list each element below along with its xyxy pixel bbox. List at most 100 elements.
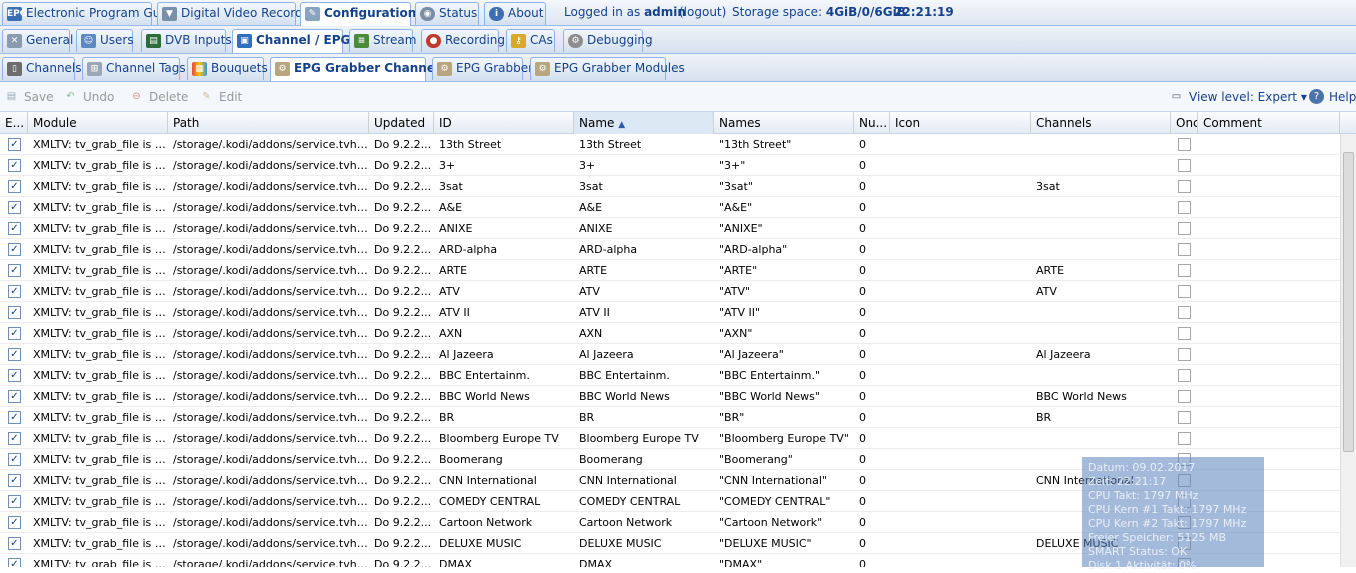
once-checkbox[interactable] xyxy=(1178,264,1191,277)
once-checkbox[interactable] xyxy=(1178,180,1191,193)
tab-dvr[interactable]: ▼ Digital Video Recorder xyxy=(157,2,315,25)
scrollbar-thumb[interactable] xyxy=(1343,152,1354,452)
table-row[interactable]: ✓ XMLTV: tv_grab_file is a... /storage/.ko… xyxy=(0,281,1340,302)
tab-epg-grabber[interactable]: ⚙ EPG Grabber xyxy=(432,57,533,80)
tab-epg-grabber-modules[interactable]: ⚙ EPG Grabber Modules xyxy=(530,57,685,80)
once-checkbox[interactable] xyxy=(1178,327,1191,340)
col-module[interactable]: Module xyxy=(28,112,168,134)
once-checkbox[interactable] xyxy=(1178,390,1191,403)
once-checkbox[interactable] xyxy=(1178,306,1191,319)
table-row[interactable]: ✓ XMLTV: tv_grab_file is a... /storage/.ko… xyxy=(0,260,1340,281)
enabled-checkbox[interactable]: ✓ xyxy=(8,222,21,235)
enabled-checkbox[interactable]: ✓ xyxy=(8,432,21,445)
enabled-checkbox[interactable]: ✓ xyxy=(8,369,21,382)
col-updated[interactable]: Updated xyxy=(369,112,434,134)
enabled-checkbox[interactable]: ✓ xyxy=(8,327,21,340)
enabled-checkbox[interactable]: ✓ xyxy=(8,138,21,151)
col-icon[interactable]: Icon xyxy=(890,112,1031,134)
col-number[interactable]: Nu... xyxy=(854,112,890,134)
tab-about[interactable]: i About xyxy=(484,2,546,25)
enabled-checkbox[interactable]: ✓ xyxy=(8,495,21,508)
once-checkbox[interactable] xyxy=(1178,159,1191,172)
delete-button[interactable]: ⊖ Delete xyxy=(129,88,188,106)
col-id[interactable]: ID xyxy=(434,112,574,134)
tab-users[interactable]: ☺ Users xyxy=(76,29,134,52)
number-cell: 0 xyxy=(859,558,866,567)
tab-channel-epg[interactable]: ▣ Channel / EPG xyxy=(232,29,350,53)
help-button[interactable]: ? Help xyxy=(1309,88,1356,106)
id-cell: BBC World News xyxy=(439,390,530,403)
enabled-checkbox[interactable]: ✓ xyxy=(8,264,21,277)
enabled-checkbox[interactable]: ✓ xyxy=(8,243,21,256)
module-cell: XMLTV: tv_grab_file is a... xyxy=(33,516,168,529)
vertical-scrollbar[interactable] xyxy=(1340,134,1356,567)
once-checkbox[interactable] xyxy=(1178,348,1191,361)
once-checkbox[interactable] xyxy=(1178,432,1191,445)
tab-epg-grabber-channels[interactable]: ⚙ EPG Grabber Channels xyxy=(270,57,446,81)
grabber-icon: ⚙ xyxy=(535,62,550,76)
tab-debugging[interactable]: ⚙ Debugging xyxy=(563,29,653,52)
tab-cas[interactable]: ⚷ CAs xyxy=(506,29,555,52)
login-status: Logged in as admin xyxy=(564,5,686,19)
table-row[interactable]: ✓ XMLTV: tv_grab_file is a... /storage/.ko… xyxy=(0,239,1340,260)
channels-cell xyxy=(1031,302,1171,323)
tab-channel-tags[interactable]: ⊞ Channel Tags xyxy=(82,57,186,80)
table-row[interactable]: ✓ XMLTV: tv_grab_file is a... /storage/.ko… xyxy=(0,176,1340,197)
module-cell: XMLTV: tv_grab_file is a... xyxy=(33,306,168,319)
col-once[interactable]: Onc xyxy=(1171,112,1198,134)
table-row[interactable]: ✓ XMLTV: tv_grab_file is a... /storage/.ko… xyxy=(0,365,1340,386)
module-cell: XMLTV: tv_grab_file is a... xyxy=(33,411,168,424)
col-comment[interactable]: Comment xyxy=(1198,112,1340,134)
once-checkbox[interactable] xyxy=(1178,243,1191,256)
tab-bouquets[interactable]: ▦ Bouquets xyxy=(187,57,268,80)
table-row[interactable]: ✓ XMLTV: tv_grab_file is a... /storage/.ko… xyxy=(0,428,1340,449)
once-checkbox[interactable] xyxy=(1178,201,1191,214)
once-checkbox[interactable] xyxy=(1178,411,1191,424)
enabled-checkbox[interactable]: ✓ xyxy=(8,453,21,466)
enabled-checkbox[interactable]: ✓ xyxy=(8,180,21,193)
enabled-checkbox[interactable]: ✓ xyxy=(8,516,21,529)
table-row[interactable]: ✓ XMLTV: tv_grab_file is a... /storage/.ko… xyxy=(0,407,1340,428)
enabled-checkbox[interactable]: ✓ xyxy=(8,537,21,550)
tab-channels[interactable]: ▯ Channels xyxy=(2,57,82,80)
tab-status[interactable]: ◉ Status xyxy=(415,2,479,25)
logout-link[interactable]: (logout) xyxy=(679,0,726,25)
col-name[interactable]: Name ▲ xyxy=(574,112,714,134)
col-path[interactable]: Path xyxy=(168,112,369,134)
tab-configuration[interactable]: ✎ Configuration xyxy=(300,2,416,26)
tab-general[interactable]: ✕ General xyxy=(2,29,73,52)
table-row[interactable]: ✓ XMLTV: tv_grab_file is a... /storage/.ko… xyxy=(0,302,1340,323)
tab-dvb-inputs[interactable]: ▤ DVB Inputs xyxy=(141,29,232,52)
once-checkbox[interactable] xyxy=(1178,222,1191,235)
table-row[interactable]: ✓ XMLTV: tv_grab_file is a... /storage/.ko… xyxy=(0,155,1340,176)
table-row[interactable]: ✓ XMLTV: tv_grab_file is a... /storage/.ko… xyxy=(0,323,1340,344)
enabled-checkbox[interactable]: ✓ xyxy=(8,159,21,172)
tab-epg[interactable]: EPG Electronic Program Guide xyxy=(2,2,179,25)
enabled-checkbox[interactable]: ✓ xyxy=(8,306,21,319)
enabled-checkbox[interactable]: ✓ xyxy=(8,285,21,298)
undo-button[interactable]: ↶ Undo xyxy=(63,88,114,106)
table-row[interactable]: ✓ XMLTV: tv_grab_file is a... /storage/.ko… xyxy=(0,197,1340,218)
col-channels[interactable]: Channels xyxy=(1031,112,1171,134)
enabled-checkbox[interactable]: ✓ xyxy=(8,558,21,567)
once-checkbox[interactable] xyxy=(1178,138,1191,151)
table-row[interactable]: ✓ XMLTV: tv_grab_file is a... /storage/.ko… xyxy=(0,386,1340,407)
enabled-checkbox[interactable]: ✓ xyxy=(8,348,21,361)
once-checkbox[interactable] xyxy=(1178,369,1191,382)
col-enabled[interactable]: E... xyxy=(0,112,28,134)
channels-cell: BBC World News xyxy=(1036,390,1127,403)
enabled-checkbox[interactable]: ✓ xyxy=(8,411,21,424)
tab-recording[interactable]: ● Recording xyxy=(421,29,505,52)
enabled-checkbox[interactable]: ✓ xyxy=(8,201,21,214)
col-names[interactable]: Names xyxy=(714,112,854,134)
once-checkbox[interactable] xyxy=(1178,285,1191,298)
enabled-checkbox[interactable]: ✓ xyxy=(8,474,21,487)
table-row[interactable]: ✓ XMLTV: tv_grab_file is a... /storage/.ko… xyxy=(0,134,1340,155)
tab-stream[interactable]: ≡ Stream xyxy=(349,29,416,52)
table-row[interactable]: ✓ XMLTV: tv_grab_file is a... /storage/.ko… xyxy=(0,344,1340,365)
save-button[interactable]: ▤ Save xyxy=(4,88,54,106)
enabled-checkbox[interactable]: ✓ xyxy=(8,390,21,403)
table-row[interactable]: ✓ XMLTV: tv_grab_file is a... /storage/.ko… xyxy=(0,218,1340,239)
edit-button[interactable]: ✎ Edit xyxy=(199,88,242,106)
view-level-dropdown[interactable]: ▭ View level: Expert ▾ xyxy=(1169,88,1307,106)
